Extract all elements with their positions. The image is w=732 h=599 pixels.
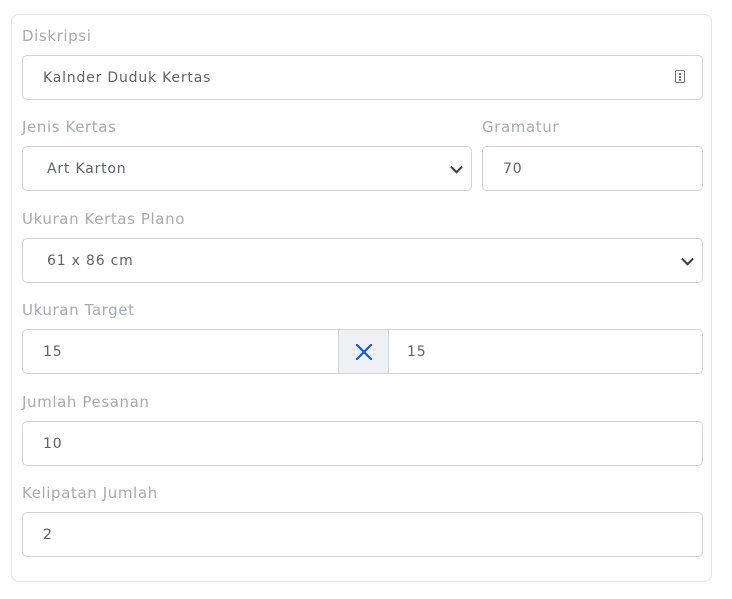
quantity-multiple-label: Kelipatan Jumlah <box>22 484 158 502</box>
target-size-label: Ukuran Target <box>22 301 135 319</box>
description-input[interactable]: Kalnder Duduk Kertas <box>22 55 703 100</box>
times-addon <box>339 329 388 374</box>
plano-size-label: Ukuran Kertas Plano <box>22 210 185 228</box>
chevron-down-icon <box>681 252 694 266</box>
plano-size-selected: 61 x 86 cm <box>47 252 134 269</box>
paper-type-label: Jenis Kertas <box>22 118 117 136</box>
paper-type-select[interactable]: Art Karton <box>22 146 472 191</box>
grammage-value: 70 <box>503 160 523 177</box>
target-width-value: 15 <box>43 343 63 360</box>
chevron-down-icon <box>450 160 463 174</box>
grammage-input[interactable]: 70 <box>482 146 703 191</box>
description-label: Diskripsi <box>22 27 92 45</box>
plano-size-select[interactable]: 61 x 86 cm <box>22 238 703 283</box>
order-quantity-value: 10 <box>43 435 63 452</box>
target-width-input[interactable]: 15 <box>22 329 339 374</box>
quantity-multiple-input[interactable]: 2 <box>22 512 703 557</box>
paper-type-selected: Art Karton <box>47 160 127 177</box>
target-height-input[interactable]: 15 <box>388 329 703 374</box>
order-quantity-input[interactable]: 10 <box>22 421 703 466</box>
contact-list-icon[interactable] <box>675 70 685 83</box>
quantity-multiple-value: 2 <box>43 526 53 543</box>
target-height-value: 15 <box>407 343 427 360</box>
description-value: Kalnder Duduk Kertas <box>43 69 212 86</box>
order-quantity-label: Jumlah Pesanan <box>22 393 150 411</box>
grammage-label: Gramatur <box>482 118 560 136</box>
times-icon <box>355 343 372 360</box>
